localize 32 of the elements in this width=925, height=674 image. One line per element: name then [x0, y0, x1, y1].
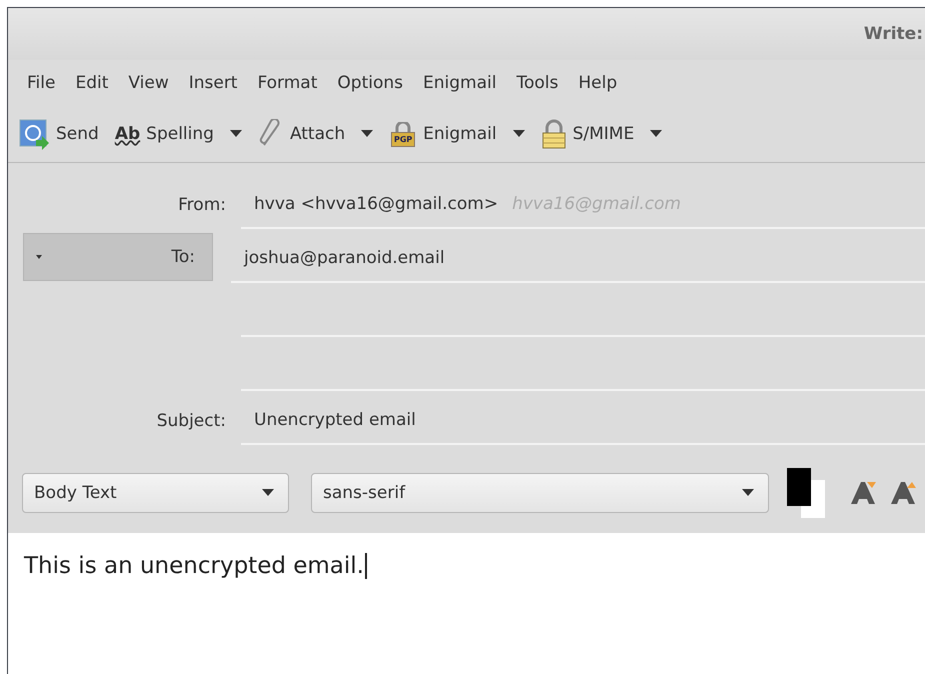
- subject-field[interactable]: Unencrypted email: [241, 397, 925, 445]
- menu-item[interactable]: Help: [568, 73, 628, 93]
- recipient-type-dropdown[interactable]: To:: [23, 233, 213, 281]
- window-title: Write:: [864, 24, 923, 44]
- font-select[interactable]: sans-serif: [311, 473, 769, 513]
- caret-icon: [262, 489, 274, 497]
- menu-item[interactable]: Tools: [506, 73, 568, 93]
- message-body-text[interactable]: This is an unencrypted email.: [24, 553, 367, 579]
- text-size-icon: [849, 480, 877, 506]
- spelling-icon: Ab: [114, 124, 140, 144]
- menu-item[interactable]: View: [118, 73, 179, 93]
- menu-item[interactable]: Insert: [178, 73, 248, 93]
- menu-item[interactable]: File: [17, 73, 66, 93]
- menu-item[interactable]: Edit: [65, 73, 118, 93]
- paragraph-style-select[interactable]: Body Text: [22, 473, 289, 513]
- send-button[interactable]: Send: [18, 118, 99, 150]
- field-label: Subject:: [156, 411, 227, 433]
- enigmail-button[interactable]: PGP Enigmail: [389, 122, 497, 146]
- menu-item[interactable]: Options: [327, 73, 413, 93]
- caret-icon: [742, 489, 754, 497]
- recipient-field[interactable]: joshua@paranoid.email: [231, 235, 925, 283]
- padlock-icon: [540, 119, 567, 149]
- text-color-icon: [787, 468, 827, 518]
- spelling-button[interactable]: Ab Spelling: [114, 124, 214, 144]
- attach-button[interactable]: Attach: [258, 119, 346, 149]
- menu-item[interactable]: Format: [247, 73, 328, 93]
- field-label: From:: [177, 195, 227, 217]
- caret-icon: [36, 255, 42, 259]
- menu-item[interactable]: Enigmail: [413, 73, 506, 93]
- smime-button[interactable]: S/MIME: [540, 119, 634, 149]
- envelope-stamp-icon: [18, 118, 50, 150]
- text-size-icon: [889, 480, 917, 506]
